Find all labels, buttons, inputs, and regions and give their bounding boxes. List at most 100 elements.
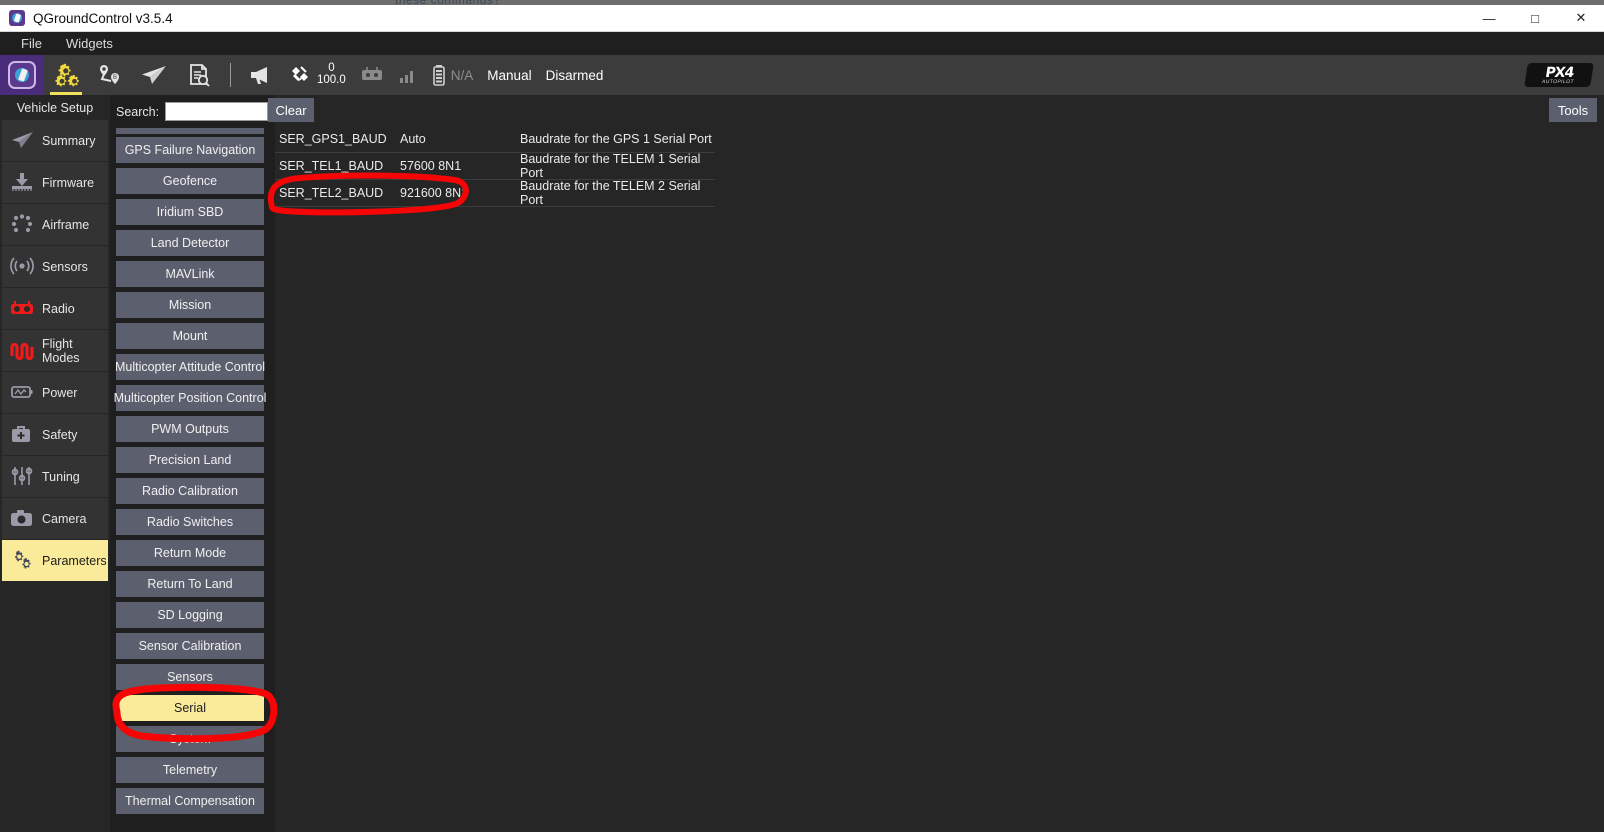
search-label: Search: bbox=[116, 104, 160, 119]
sidebar-item-label: Radio bbox=[42, 301, 75, 316]
parameter-table: SER_GPS1_BAUD Auto Baudrate for the GPS 1 … bbox=[275, 126, 715, 207]
sidebar-item-label: Parameters bbox=[42, 553, 107, 568]
search-input[interactable] bbox=[165, 102, 269, 121]
toolbar-divider bbox=[230, 63, 231, 87]
group-item[interactable]: Telemetry bbox=[116, 757, 264, 783]
plan-waypoints-icon: B bbox=[100, 65, 119, 84]
group-item[interactable]: Mount bbox=[116, 323, 264, 349]
group-item[interactable]: Geofence bbox=[116, 168, 264, 194]
sidebar-item-airframe[interactable]: Airframe bbox=[2, 204, 108, 245]
px4-autopilot-logo: PX4 AUTOPILOT bbox=[1524, 63, 1594, 87]
vehicle-setup-sidebar: Vehicle Setup Summary Firmware Airframe … bbox=[0, 95, 110, 832]
battery-icon bbox=[432, 65, 445, 86]
minimize-button[interactable]: — bbox=[1466, 5, 1512, 32]
analyze-document-icon bbox=[190, 64, 210, 87]
group-item[interactable]: Thermal Compensation bbox=[116, 788, 264, 814]
table-row[interactable]: SER_TEL1_BAUD 57600 8N1 Baudrate for the T… bbox=[275, 152, 715, 180]
sidebar-item-summary[interactable]: Summary bbox=[2, 120, 108, 161]
close-button[interactable]: ✕ bbox=[1558, 5, 1604, 32]
param-value: 921600 8N1 bbox=[400, 186, 469, 200]
group-item[interactable]: Mission bbox=[116, 292, 264, 318]
param-name: SER_TEL2_BAUD bbox=[279, 186, 384, 200]
group-item[interactable]: Serial bbox=[116, 695, 264, 721]
title-bar: QGroundControl v3.5.4 — □ ✕ bbox=[0, 5, 1604, 32]
megaphone-icon bbox=[251, 67, 267, 84]
vehicle-setup-button[interactable] bbox=[44, 55, 88, 95]
parameter-group-list[interactable]: GPS Failure Navigation Geofence Iridium SB… bbox=[110, 128, 275, 832]
sidebar-item-tuning[interactable]: Tuning bbox=[2, 456, 108, 497]
table-row[interactable]: SER_GPS1_BAUD Auto Baudrate for the GPS 1 … bbox=[275, 126, 715, 153]
group-item[interactable]: Sensors bbox=[116, 664, 264, 690]
sidebar-item-label: Camera bbox=[42, 511, 87, 526]
telemetry-indicator[interactable] bbox=[391, 55, 425, 95]
group-item[interactable]: Return Mode bbox=[116, 540, 264, 566]
rc-controller-icon bbox=[361, 67, 382, 80]
group-item[interactable]: Radio Calibration bbox=[116, 478, 264, 504]
search-row: Search: bbox=[110, 95, 275, 128]
group-item-partial[interactable] bbox=[116, 128, 264, 134]
menu-widgets[interactable]: Widgets bbox=[54, 34, 125, 53]
plan-button[interactable]: B bbox=[88, 55, 132, 95]
sidebar-item-radio[interactable]: Radio bbox=[2, 288, 108, 329]
parameter-group-panel: Search: GPS Failure Navigation Geofence Ir… bbox=[110, 95, 275, 832]
sidebar-title: Vehicle Setup bbox=[16, 100, 94, 115]
group-item[interactable]: SD Logging bbox=[116, 602, 264, 628]
sidebar-item-label: Sensors bbox=[42, 259, 88, 274]
group-item[interactable]: Multicopter Position Control bbox=[114, 385, 266, 411]
group-item[interactable]: MAVLink bbox=[116, 261, 264, 287]
analyze-button[interactable] bbox=[176, 55, 220, 95]
table-row[interactable]: SER_TEL2_BAUD 921600 8N1 Baudrate for the … bbox=[275, 179, 715, 207]
param-value: 57600 8N1 bbox=[400, 159, 462, 173]
battery-value: N/A bbox=[450, 67, 474, 83]
battery-indicator[interactable]: N/A bbox=[425, 55, 481, 95]
maximize-button[interactable]: □ bbox=[1512, 5, 1558, 32]
group-item[interactable]: PWM Outputs bbox=[116, 416, 264, 442]
sidebar-item-parameters[interactable]: Parameters bbox=[2, 540, 108, 581]
sidebar-item-camera[interactable]: Camera bbox=[2, 498, 108, 539]
paper-plane-icon bbox=[142, 66, 166, 84]
plane-icon bbox=[9, 129, 35, 153]
parameter-table-panel: Clear Tools SER_GPS1_BAUD Auto Baudrate fo… bbox=[268, 95, 1604, 832]
group-item[interactable]: Land Detector bbox=[116, 230, 264, 256]
sidebar-item-label: Summary bbox=[42, 133, 96, 148]
group-item[interactable]: System bbox=[116, 726, 264, 752]
sidebar-item-sensors[interactable]: Sensors bbox=[2, 246, 108, 287]
qgc-logo-button[interactable] bbox=[0, 55, 44, 95]
param-value: Auto bbox=[400, 132, 426, 146]
gears-icon bbox=[55, 63, 79, 87]
window-controls: — □ ✕ bbox=[1466, 5, 1604, 32]
signal-bars-icon bbox=[399, 71, 413, 83]
flight-mode-indicator[interactable]: Manual bbox=[480, 55, 538, 95]
group-item[interactable]: Sensor Calibration bbox=[116, 633, 264, 659]
svg-text:B: B bbox=[113, 75, 117, 81]
fly-button[interactable] bbox=[132, 55, 176, 95]
group-item[interactable]: Return To Land bbox=[116, 571, 264, 597]
menu-file[interactable]: File bbox=[9, 34, 54, 53]
messages-indicator[interactable] bbox=[241, 55, 281, 95]
param-description: Baudrate for the TELEM 2 Serial Port bbox=[520, 179, 701, 207]
arm-state-indicator[interactable]: Disarmed bbox=[539, 55, 611, 95]
gps-readout: 0 100.0 bbox=[317, 63, 346, 86]
group-item[interactable]: Precision Land bbox=[116, 447, 264, 473]
battery-icon bbox=[9, 381, 35, 405]
sidebar-item-safety[interactable]: Safety bbox=[2, 414, 108, 455]
sidebar-item-label: Power bbox=[42, 385, 78, 400]
gears-icon bbox=[9, 549, 35, 573]
main-content: Vehicle Setup Summary Firmware Airframe … bbox=[0, 95, 1604, 832]
group-item[interactable]: Iridium SBD bbox=[116, 199, 264, 225]
rc-indicator[interactable] bbox=[353, 55, 391, 95]
safety-icon bbox=[9, 423, 35, 447]
sidebar-item-power[interactable]: Power bbox=[2, 372, 108, 413]
sidebar-item-flight-modes[interactable]: Flight Modes bbox=[2, 330, 108, 371]
arm-state-value: Disarmed bbox=[545, 67, 604, 83]
gps-indicator[interactable]: 0 100.0 bbox=[281, 55, 353, 95]
flight-modes-icon bbox=[9, 339, 35, 363]
tools-button[interactable]: Tools bbox=[1549, 98, 1597, 122]
param-description: Baudrate for the GPS 1 Serial Port bbox=[520, 132, 712, 146]
sidebar-item-firmware[interactable]: Firmware bbox=[2, 162, 108, 203]
clear-button[interactable]: Clear bbox=[268, 98, 314, 122]
param-name: SER_TEL1_BAUD bbox=[279, 159, 384, 173]
group-item[interactable]: Radio Switches bbox=[116, 509, 264, 535]
group-item[interactable]: Multicopter Attitude Control bbox=[115, 354, 265, 380]
group-item[interactable]: GPS Failure Navigation bbox=[116, 137, 264, 163]
